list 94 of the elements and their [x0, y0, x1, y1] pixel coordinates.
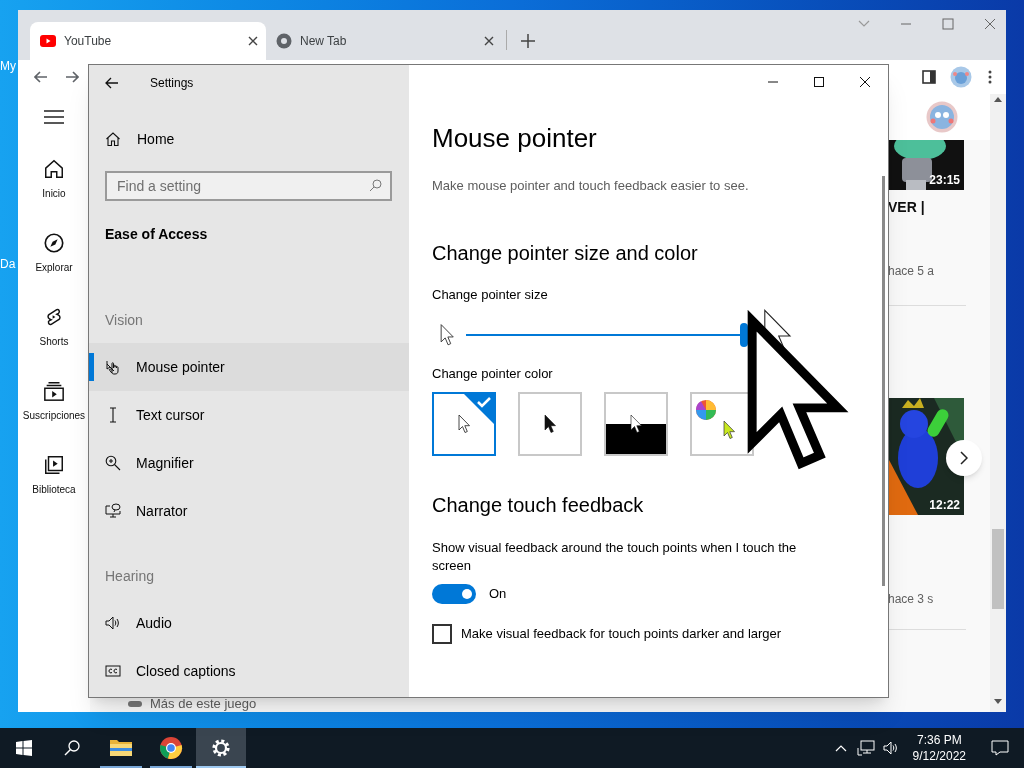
maximize-icon: [814, 77, 824, 87]
volume-icon[interactable]: [882, 740, 899, 756]
gear-icon: [209, 736, 233, 760]
game-icon: [128, 700, 142, 708]
sidebar-item[interactable]: Inicio: [19, 158, 89, 220]
nav-item[interactable]: Text cursor: [89, 391, 409, 439]
pointer-icon: [722, 420, 736, 440]
sidebar-item[interactable]: Biblioteca: [19, 454, 89, 516]
toggle-switch[interactable]: [432, 584, 476, 604]
setting-label: Show visual feedback around the touch points when I touch the screen: [432, 539, 798, 575]
play-logo-icon: [40, 35, 56, 47]
pointer-icon: [543, 414, 557, 434]
chevron-up-icon[interactable]: [834, 744, 847, 752]
nav-item[interactable]: Magnifier: [89, 439, 409, 487]
color-wheel-icon: [696, 400, 716, 420]
scrollbar-thumb[interactable]: [882, 176, 885, 586]
related-link[interactable]: Más de este juego: [150, 697, 257, 711]
toggle-state-label: On: [489, 585, 507, 604]
checkbox-label: Make visual feedback for touch points darker and larger: [461, 625, 782, 644]
new-tab-plus-icon[interactable]: [521, 34, 535, 48]
hand-pointer-icon: [105, 359, 121, 375]
section-heading: Change touch feedback: [432, 493, 645, 518]
back-arrow-icon[interactable]: [34, 70, 48, 84]
pointer-color-option[interactable]: [604, 392, 668, 456]
magnifier-icon: [105, 455, 121, 471]
taskbar-app[interactable]: [196, 728, 246, 768]
video-title[interactable]: VER |: [888, 199, 990, 215]
chevron-right-icon: [960, 451, 968, 465]
subscriptions-icon: [43, 380, 65, 402]
nav-item[interactable]: Closed captions: [89, 647, 409, 695]
duration-label: 12:22: [929, 498, 960, 512]
globe-icon: [276, 33, 292, 49]
close-icon: [860, 77, 870, 87]
forward-arrow-icon[interactable]: [65, 70, 79, 84]
clock-text: 7:36 PM: [916, 732, 962, 748]
side-panel-icon[interactable]: [922, 70, 936, 84]
search-field[interactable]: Find a setting: [105, 171, 392, 201]
avatar-icon[interactable]: [926, 101, 958, 133]
clock-text: 9/12/2022: [912, 748, 966, 764]
group-heading: Vision: [105, 311, 144, 330]
library-icon: [43, 454, 65, 476]
selection-indicator: [89, 353, 94, 381]
chrome-logo-icon: [159, 736, 183, 760]
page-title: Mouse pointer: [432, 122, 598, 155]
slider-thumb[interactable]: [740, 323, 748, 347]
page-description: Make mouse pointer and touch feedback easier to see.: [432, 177, 750, 195]
more-menu-icon[interactable]: [988, 70, 992, 84]
menu-icon[interactable]: [44, 110, 64, 124]
pointer-color-option[interactable]: [518, 392, 582, 456]
network-icon[interactable]: [856, 740, 875, 756]
scroll-up-icon[interactable]: [994, 97, 1002, 102]
section-title: Ease of Access: [105, 225, 209, 244]
compass-icon: [43, 232, 65, 254]
search-icon: [369, 179, 382, 192]
sidebar-item[interactable]: Explorar: [19, 232, 89, 294]
windows-logo-icon: [16, 740, 32, 756]
avatar-icon[interactable]: [950, 66, 972, 88]
captions-icon: [105, 663, 121, 679]
home-icon: [105, 131, 121, 147]
pointer-icon: [629, 414, 643, 434]
scrollbar-thumb[interactable]: [992, 529, 1004, 609]
close-icon[interactable]: [248, 36, 258, 46]
home-nav-item[interactable]: Home: [89, 127, 409, 151]
sidebar-item[interactable]: Shorts: [19, 306, 89, 368]
clock[interactable]: 7:36 PM 9/12/2022: [908, 732, 970, 764]
nav-item[interactable]: Narrator: [89, 487, 409, 535]
checkmark-corner-icon: [464, 394, 494, 424]
section-heading: Change pointer size and color: [432, 241, 699, 266]
group-heading: Hearing: [105, 567, 156, 586]
window-title: Settings: [150, 75, 194, 92]
nav-item[interactable]: Audio: [89, 599, 409, 647]
setting-label: Change pointer color: [432, 365, 554, 383]
close-icon[interactable]: [984, 18, 996, 30]
setting-label: Change pointer size: [432, 286, 549, 304]
speaker-icon: [105, 615, 121, 631]
back-arrow-icon[interactable]: [105, 77, 119, 89]
narrator-icon: [105, 503, 121, 519]
small-pointer-icon: [440, 323, 455, 347]
home-icon: [43, 158, 65, 180]
sidebar-item[interactable]: Suscripciones: [19, 380, 89, 442]
video-meta: hace 5 a: [888, 264, 936, 278]
browser-tab[interactable]: YouTube: [30, 22, 266, 60]
checkbox[interactable]: [432, 624, 452, 644]
message-icon: [991, 740, 1009, 756]
close-icon[interactable]: [484, 36, 494, 46]
maximize-icon[interactable]: [942, 18, 954, 30]
pointer-color-option[interactable]: [432, 392, 496, 456]
duration-label: 23:15: [929, 173, 960, 187]
pointer-icon: [457, 414, 471, 434]
next-button[interactable]: [946, 440, 982, 476]
video-meta: hace 3 s: [888, 592, 935, 606]
nav-item[interactable]: Mouse pointer: [89, 343, 409, 391]
scroll-down-icon[interactable]: [994, 699, 1002, 704]
search-icon: [64, 740, 80, 756]
